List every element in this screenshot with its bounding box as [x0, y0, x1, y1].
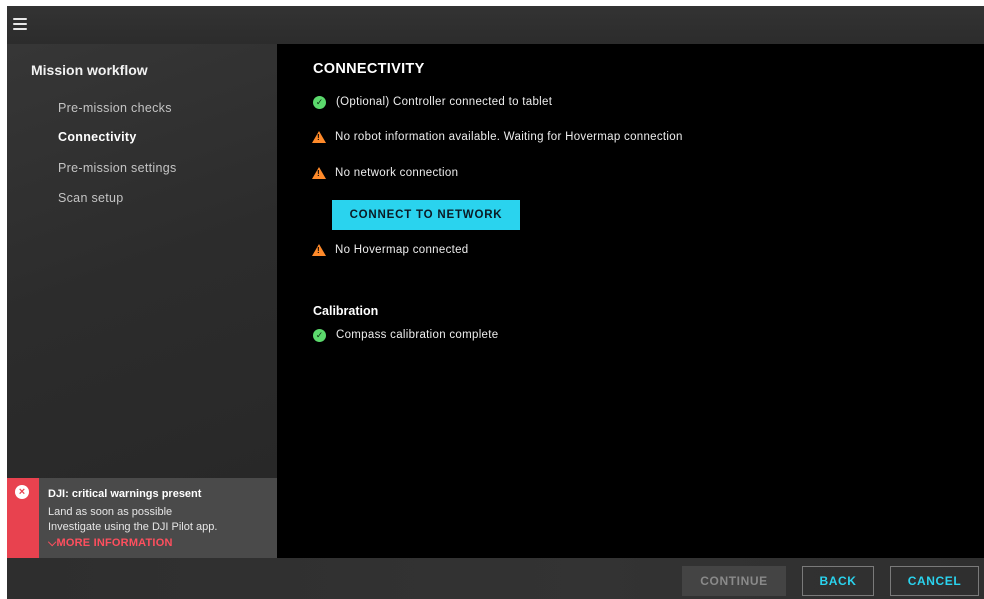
warning-triangle-icon [312, 131, 326, 143]
check-circle-icon: ✓ [313, 95, 326, 109]
warning-triangle-icon [312, 244, 326, 256]
sidebar: Mission workflow Pre-mission checks Conn… [7, 44, 277, 558]
status-row-network: No network connection [312, 165, 459, 181]
footer-bar: CONTINUE BACK CANCEL [7, 558, 984, 599]
critical-warning-alert: × DJI: critical warnings present Land as… [7, 478, 277, 558]
sidebar-item-pre-mission-checks[interactable]: Pre-mission checks [58, 101, 172, 115]
app-window: Mission workflow Pre-mission checks Conn… [7, 6, 984, 599]
menu-icon[interactable] [13, 18, 27, 30]
status-text: Compass calibration complete [336, 329, 499, 341]
status-text: (Optional) Controller connected to table… [336, 96, 553, 108]
status-text: No Hovermap connected [335, 244, 469, 256]
status-row-hovermap: No Hovermap connected [312, 242, 469, 258]
alert-message-2: Investigate using the DJI Pilot app. [48, 521, 218, 533]
back-button[interactable]: BACK [802, 566, 874, 596]
sidebar-item-pre-mission-settings[interactable]: Pre-mission settings [58, 161, 177, 175]
connect-to-network-button[interactable]: CONNECT TO NETWORK [332, 200, 520, 230]
alert-title: DJI: critical warnings present [48, 488, 202, 500]
top-bar [7, 6, 984, 44]
status-row-compass: ✓ Compass calibration complete [313, 327, 498, 343]
continue-button[interactable]: CONTINUE [682, 566, 786, 596]
status-row-controller: ✓ (Optional) Controller connected to tab… [313, 94, 552, 110]
check-circle-icon: ✓ [313, 328, 326, 342]
more-information-link[interactable]: ⌵MORE INFORMATION [48, 537, 173, 550]
error-x-icon: × [15, 485, 29, 499]
cancel-button[interactable]: CANCEL [890, 566, 979, 596]
calibration-title: Calibration [313, 304, 379, 318]
sidebar-title: Mission workflow [31, 62, 148, 78]
alert-stripe: × [7, 478, 39, 558]
alert-message-1: Land as soon as possible [48, 506, 173, 518]
sidebar-item-scan-setup[interactable]: Scan setup [58, 191, 124, 205]
more-information-label: MORE INFORMATION [56, 537, 173, 549]
status-text: No robot information available. Waiting … [335, 131, 683, 143]
warning-triangle-icon [312, 167, 326, 179]
chevron-down-icon: ⌵ [48, 537, 57, 549]
main-panel: CONNECTIVITY ✓ (Optional) Controller con… [277, 44, 984, 558]
sidebar-item-connectivity[interactable]: Connectivity [58, 130, 137, 144]
status-row-robot-info: No robot information available. Waiting … [312, 129, 683, 145]
status-text: No network connection [335, 167, 459, 179]
page-title: CONNECTIVITY [313, 61, 425, 77]
